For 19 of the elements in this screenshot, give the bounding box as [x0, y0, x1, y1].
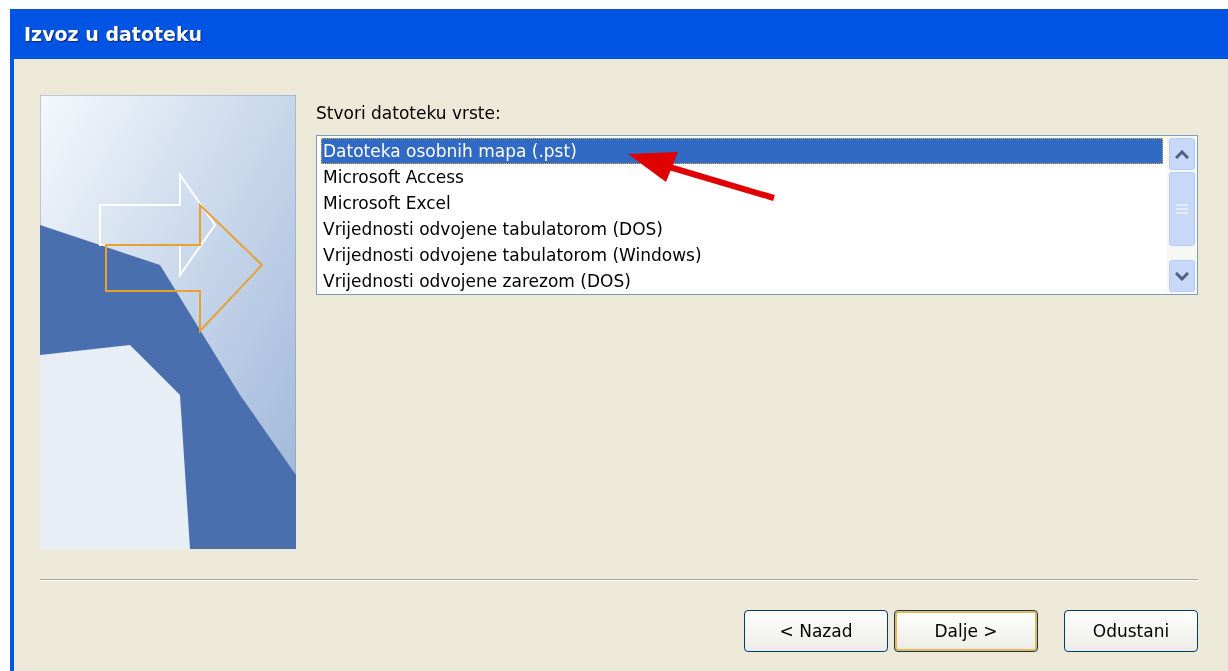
chevron-up-icon	[1175, 149, 1189, 159]
list-item[interactable]: Datoteka osobnih mapa (.pst)	[321, 138, 1163, 164]
scroll-thumb[interactable]	[1169, 172, 1195, 246]
list-item[interactable]: Microsoft Excel	[321, 190, 1163, 216]
list-item[interactable]: Vrijednosti odvojene tabulatorom (Windows)	[321, 242, 1163, 268]
scrollbar[interactable]	[1167, 136, 1197, 294]
scroll-up-button[interactable]	[1169, 138, 1195, 170]
scroll-down-button[interactable]	[1169, 260, 1195, 292]
list-item[interactable]: Vrijednosti odvojene tabulatorom (DOS)	[321, 216, 1163, 242]
chevron-down-icon	[1175, 271, 1189, 281]
list-item[interactable]: Microsoft Access	[321, 164, 1163, 190]
grip-icon	[1176, 204, 1188, 214]
window-title: Izvoz u datoteku	[24, 23, 203, 45]
next-button[interactable]: Dalje >	[894, 610, 1038, 652]
cancel-button[interactable]: Odustani	[1064, 610, 1198, 652]
file-type-list[interactable]: Datoteka osobnih mapa (.pst) Microsoft Access Microsoft Excel Vrijednosti odvojene tabulatorom (DOS) Vrijednosti odvojene tabulatorom (Windows) Vrijednosti odvojene zarezom (DOS)	[316, 135, 1198, 295]
back-button[interactable]: < Nazad	[744, 610, 888, 652]
list-item[interactable]: Vrijednosti odvojene zarezom (DOS)	[321, 268, 1163, 294]
list-label: Stvori datoteku vrste:	[316, 103, 501, 123]
